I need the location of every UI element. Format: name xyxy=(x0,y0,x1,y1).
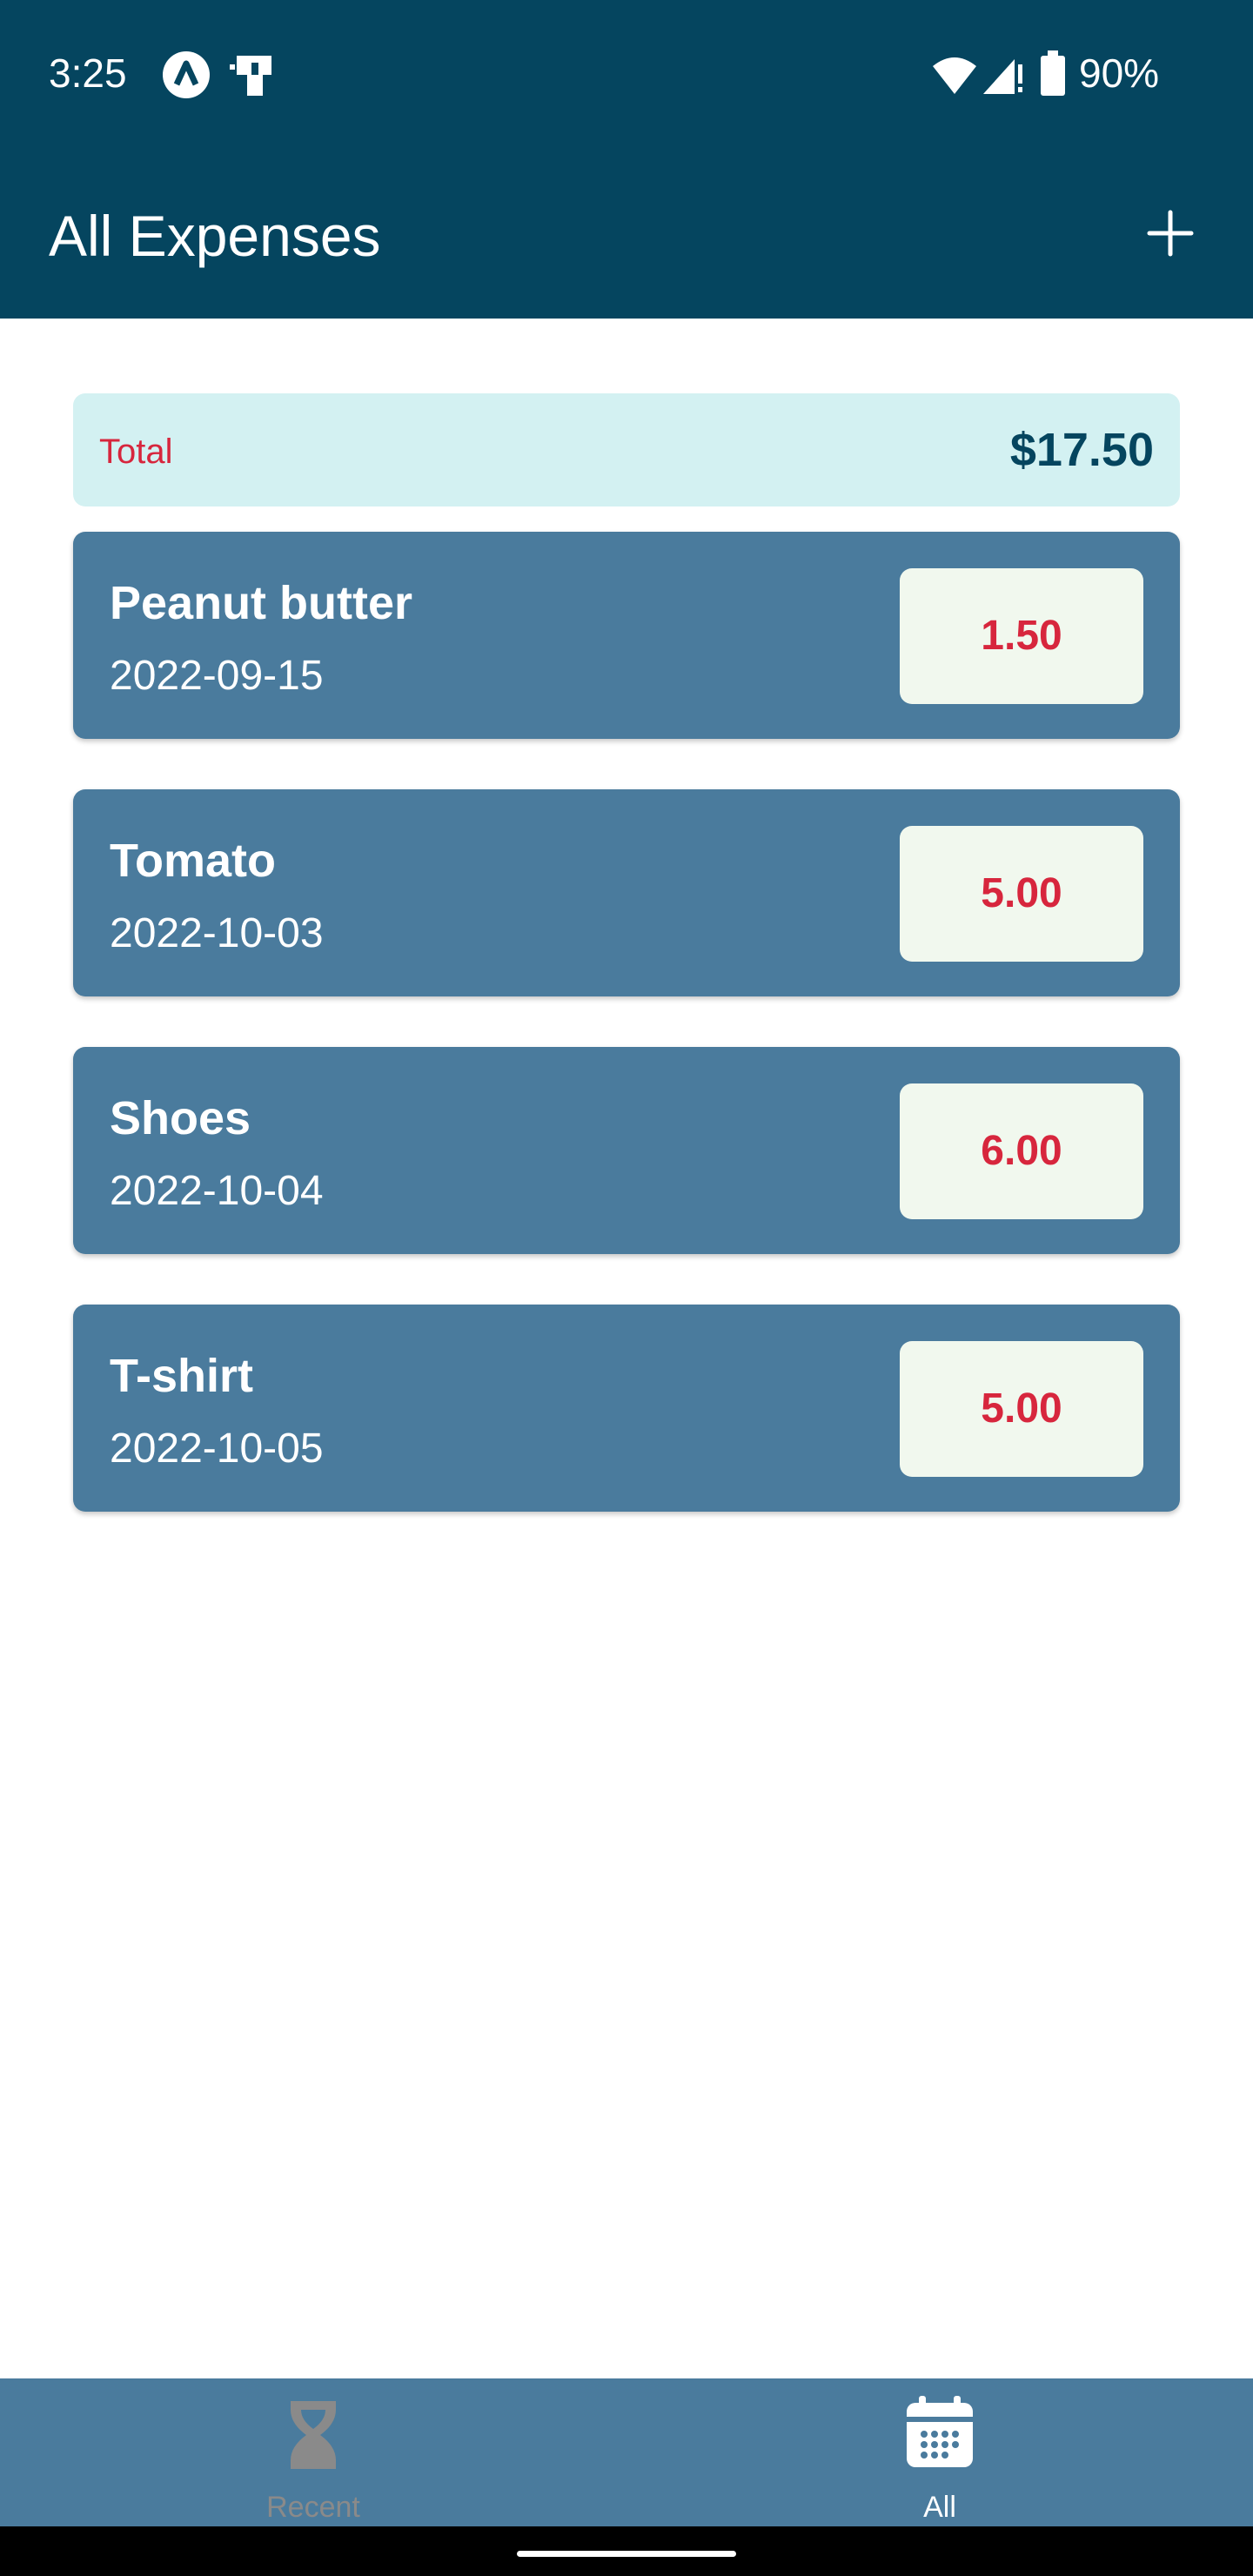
expense-description: T-shirt xyxy=(110,1350,254,1402)
app-header: 3:25 90% All Expenses xyxy=(0,0,1253,319)
battery-percentage: 90% xyxy=(1079,50,1160,96)
expense-date: 2022-10-04 xyxy=(110,1168,324,1214)
expense-amount-box: 1.50 xyxy=(900,568,1143,704)
expense-amount-box: 6.00 xyxy=(900,1083,1143,1219)
status-bar: 3:25 90% xyxy=(0,0,1253,148)
signal-icon xyxy=(983,59,1022,94)
status-time: 3:25 xyxy=(49,50,127,96)
expense-description: Shoes xyxy=(110,1092,251,1144)
add-expense-button[interactable] xyxy=(1136,198,1205,268)
battery-icon xyxy=(1041,50,1065,96)
expense-item[interactable]: Peanut butter 2022-09-15 1.50 xyxy=(73,532,1180,739)
expenses-summary: Total $17.50 xyxy=(73,393,1180,506)
expense-description: Tomato xyxy=(110,835,276,887)
expense-amount-box: 5.00 xyxy=(900,826,1143,962)
expense-item[interactable]: Shoes 2022-10-04 6.00 xyxy=(73,1047,1180,1254)
system-navigation-bar xyxy=(0,2526,1253,2576)
expense-item[interactable]: T-shirt 2022-10-05 5.00 xyxy=(73,1305,1180,1512)
tab-label: All xyxy=(923,2491,956,2524)
home-indicator[interactable] xyxy=(517,2551,736,2557)
total-amount: $17.50 xyxy=(1009,424,1154,476)
expense-date: 2022-10-03 xyxy=(110,910,324,956)
hourglass-icon xyxy=(291,2401,336,2469)
expense-amount: 6.00 xyxy=(981,1128,1062,1174)
app-a-icon xyxy=(163,51,210,98)
calendar-icon xyxy=(907,2396,973,2467)
expense-amount-box: 5.00 xyxy=(900,1341,1143,1477)
expense-amount: 5.00 xyxy=(981,1385,1062,1432)
tab-recent[interactable]: Recent xyxy=(0,2378,626,2526)
tab-label: Recent xyxy=(266,2491,360,2524)
wifi-icon xyxy=(933,57,976,94)
bottom-tab-bar: Recent All xyxy=(0,2378,1253,2526)
bag-icon xyxy=(230,56,271,96)
expense-date: 2022-10-05 xyxy=(110,1426,324,1472)
expense-amount: 5.00 xyxy=(981,870,1062,916)
page-title: All Expenses xyxy=(49,204,381,268)
expense-amount: 1.50 xyxy=(981,613,1062,659)
expense-date: 2022-09-15 xyxy=(110,653,324,699)
expense-description: Peanut butter xyxy=(110,577,413,629)
expense-item[interactable]: Tomato 2022-10-03 5.00 xyxy=(73,789,1180,996)
total-label: Total xyxy=(99,433,173,471)
tab-all[interactable]: All xyxy=(626,2378,1253,2526)
plus-icon xyxy=(1147,210,1194,257)
